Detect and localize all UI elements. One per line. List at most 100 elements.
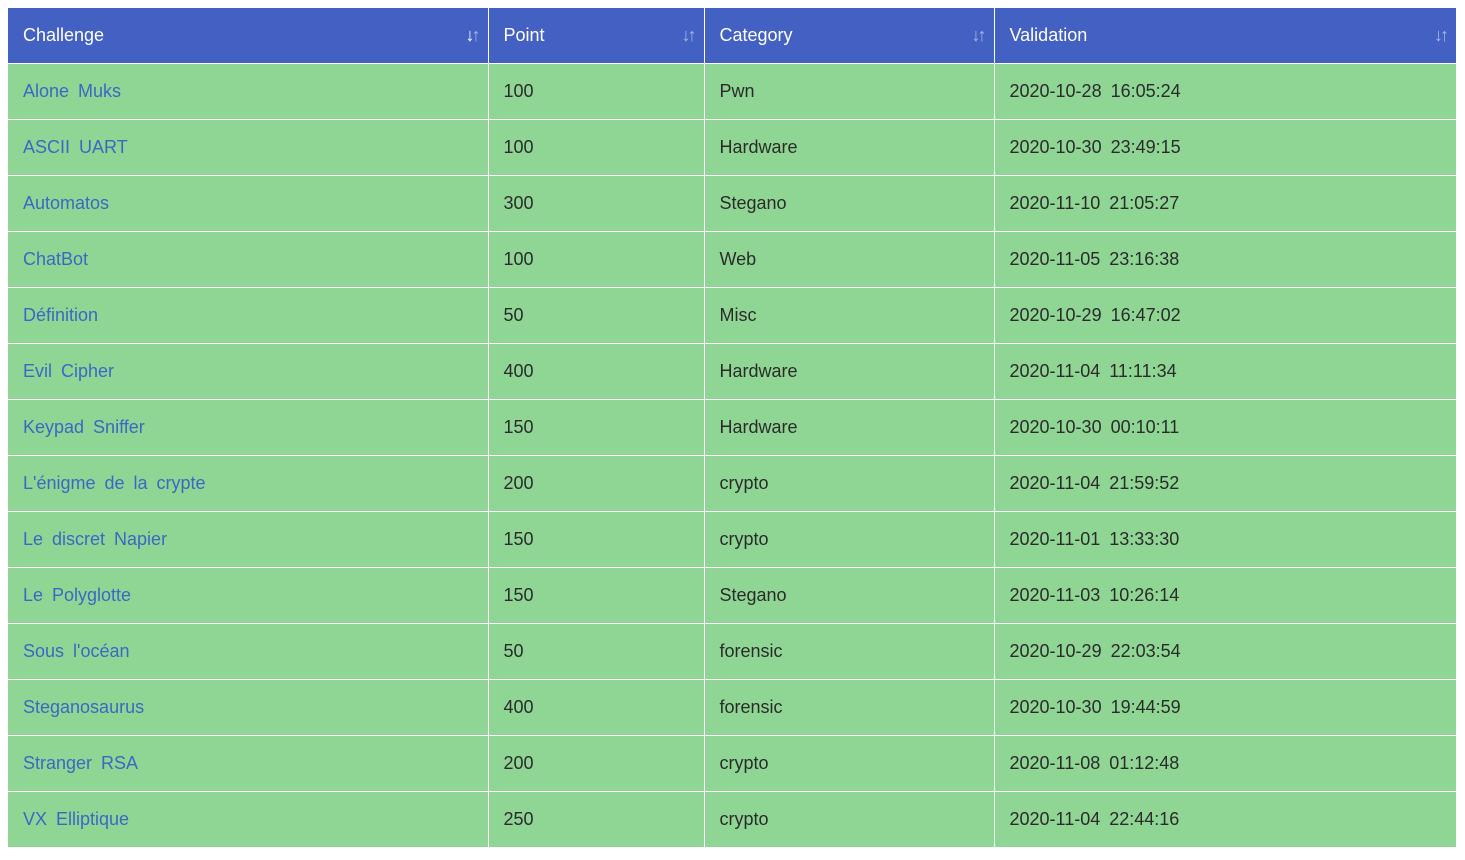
challenge-link[interactable]: Définition: [23, 305, 98, 325]
cell-category: Web: [704, 230, 995, 287]
table-row: L'énigme de la crypte 200 crypto 2020-11-04…: [8, 454, 1456, 511]
sort-arrows-icon[interactable]: ↓↑: [682, 26, 697, 44]
challenge-link[interactable]: Le Polyglotte: [23, 585, 131, 605]
cell-point: 150: [488, 398, 705, 455]
cell-validation: 2020-10-28 16:05:24: [994, 62, 1456, 119]
cell-category: Pwn: [704, 62, 995, 119]
cell-point: 100: [488, 118, 705, 175]
table-row: Le discret Napier 150 crypto 2020-11-01 13:…: [8, 510, 1456, 567]
cell-challenge: Le discret Napier: [8, 510, 489, 567]
challenge-link[interactable]: L'énigme de la crypte: [23, 473, 206, 493]
table-row: Alone Muks 100 Pwn 2020-10-28 16:05:24: [8, 62, 1456, 119]
sort-arrows-icon[interactable]: ↓↑: [972, 26, 987, 44]
challenge-link[interactable]: Sous l'océan: [23, 641, 130, 661]
cell-point: 300: [488, 174, 705, 231]
cell-validation: 2020-11-05 23:16:38: [994, 230, 1456, 287]
cell-point: 150: [488, 566, 705, 623]
cell-challenge: Stranger RSA: [8, 734, 489, 791]
cell-category: crypto: [704, 790, 995, 847]
sort-arrows-icon[interactable]: ↓↑: [1434, 26, 1449, 44]
cell-point: 400: [488, 342, 705, 399]
table-row: Steganosaurus 400 forensic 2020-10-30 19:44…: [8, 678, 1456, 735]
cell-category: crypto: [704, 734, 995, 791]
column-header-point[interactable]: Point ↓↑: [488, 8, 705, 63]
cell-point: 250: [488, 790, 705, 847]
cell-point: 100: [488, 230, 705, 287]
cell-validation: 2020-10-30 00:10:11: [994, 398, 1456, 455]
cell-challenge: Définition: [8, 286, 489, 343]
column-header-label: Category: [719, 24, 793, 45]
cell-challenge: Steganosaurus: [8, 678, 489, 735]
cell-validation: 2020-11-03 10:26:14: [994, 566, 1456, 623]
challenge-link[interactable]: VX Elliptique: [23, 809, 129, 829]
challenge-link[interactable]: Le discret Napier: [23, 529, 167, 549]
table-row: Sous l'océan 50 forensic 2020-10-29 22:03:5…: [8, 622, 1456, 679]
cell-challenge: Automatos: [8, 174, 489, 231]
cell-validation: 2020-10-29 22:03:54: [994, 622, 1456, 679]
column-header-label: Point: [503, 24, 545, 45]
cell-category: forensic: [704, 622, 995, 679]
cell-challenge: ASCII UART: [8, 118, 489, 175]
cell-point: 400: [488, 678, 705, 735]
challenges-table: Challenge ↓↑ Point ↓↑ Category ↓↑ Valida…: [8, 8, 1456, 847]
cell-validation: 2020-10-30 19:44:59: [994, 678, 1456, 735]
cell-point: 150: [488, 510, 705, 567]
cell-category: forensic: [704, 678, 995, 735]
cell-validation: 2020-10-29 16:47:02: [994, 286, 1456, 343]
challenge-link[interactable]: ASCII UART: [23, 137, 128, 157]
cell-category: crypto: [704, 454, 995, 511]
table-row: VX Elliptique 250 crypto 2020-11-04 22:44:1…: [8, 790, 1456, 847]
column-header-validation[interactable]: Validation ↓↑: [994, 8, 1456, 63]
sort-arrows-icon[interactable]: ↓↑: [466, 26, 481, 44]
cell-challenge: L'énigme de la crypte: [8, 454, 489, 511]
cell-category: Misc: [704, 286, 995, 343]
cell-challenge: Keypad Sniffer: [8, 398, 489, 455]
challenges-table-container: Challenge ↓↑ Point ↓↑ Category ↓↑ Valida…: [8, 8, 1456, 847]
challenge-link[interactable]: Stranger RSA: [23, 753, 138, 773]
table-row: Evil Cipher 400 Hardware 2020-11-04 11:11:3…: [8, 342, 1456, 399]
challenge-link[interactable]: ChatBot: [23, 249, 88, 269]
cell-challenge: ChatBot: [8, 230, 489, 287]
cell-validation: 2020-11-01 13:33:30: [994, 510, 1456, 567]
table-row: Stranger RSA 200 crypto 2020-11-08 01:12:48: [8, 734, 1456, 791]
cell-category: crypto: [704, 510, 995, 567]
table-row: ChatBot 100 Web 2020-11-05 23:16:38: [8, 230, 1456, 287]
cell-point: 200: [488, 454, 705, 511]
cell-validation: 2020-11-04 21:59:52: [994, 454, 1456, 511]
cell-point: 100: [488, 62, 705, 119]
table-row: Automatos 300 Stegano 2020-11-10 21:05:27: [8, 174, 1456, 231]
challenge-link[interactable]: Evil Cipher: [23, 361, 114, 381]
cell-category: Hardware: [704, 342, 995, 399]
table-row: Le Polyglotte 150 Stegano 2020-11-03 10:26:…: [8, 566, 1456, 623]
cell-point: 200: [488, 734, 705, 791]
column-header-challenge[interactable]: Challenge ↓↑: [8, 8, 489, 63]
table-row: Définition 50 Misc 2020-10-29 16:47:02: [8, 286, 1456, 343]
cell-validation: 2020-11-04 22:44:16: [994, 790, 1456, 847]
table-body: Alone Muks 100 Pwn 2020-10-28 16:05:24 ASCII…: [8, 62, 1456, 847]
cell-challenge: Le Polyglotte: [8, 566, 489, 623]
cell-challenge: Alone Muks: [8, 62, 489, 119]
challenge-link[interactable]: Automatos: [23, 193, 109, 213]
cell-category: Stegano: [704, 174, 995, 231]
cell-validation: 2020-11-04 11:11:34: [994, 342, 1456, 399]
cell-point: 50: [488, 286, 705, 343]
table-row: Keypad Sniffer 150 Hardware 2020-10-30 00:1…: [8, 398, 1456, 455]
cell-point: 50: [488, 622, 705, 679]
table-row: ASCII UART 100 Hardware 2020-10-30 23:49:15: [8, 118, 1456, 175]
column-header-label: Validation: [1009, 24, 1088, 45]
challenge-link[interactable]: Steganosaurus: [23, 697, 144, 717]
cell-category: Hardware: [704, 398, 995, 455]
cell-validation: 2020-11-10 21:05:27: [994, 174, 1456, 231]
cell-category: Hardware: [704, 118, 995, 175]
column-header-category[interactable]: Category ↓↑: [704, 8, 995, 63]
cell-challenge: Sous l'océan: [8, 622, 489, 679]
cell-challenge: Evil Cipher: [8, 342, 489, 399]
table-header-row: Challenge ↓↑ Point ↓↑ Category ↓↑ Valida…: [8, 8, 1456, 63]
column-header-label: Challenge: [23, 24, 105, 45]
challenge-link[interactable]: Alone Muks: [23, 81, 121, 101]
cell-challenge: VX Elliptique: [8, 790, 489, 847]
challenge-link[interactable]: Keypad Sniffer: [23, 417, 145, 437]
cell-category: Stegano: [704, 566, 995, 623]
cell-validation: 2020-10-30 23:49:15: [994, 118, 1456, 175]
cell-validation: 2020-11-08 01:12:48: [994, 734, 1456, 791]
